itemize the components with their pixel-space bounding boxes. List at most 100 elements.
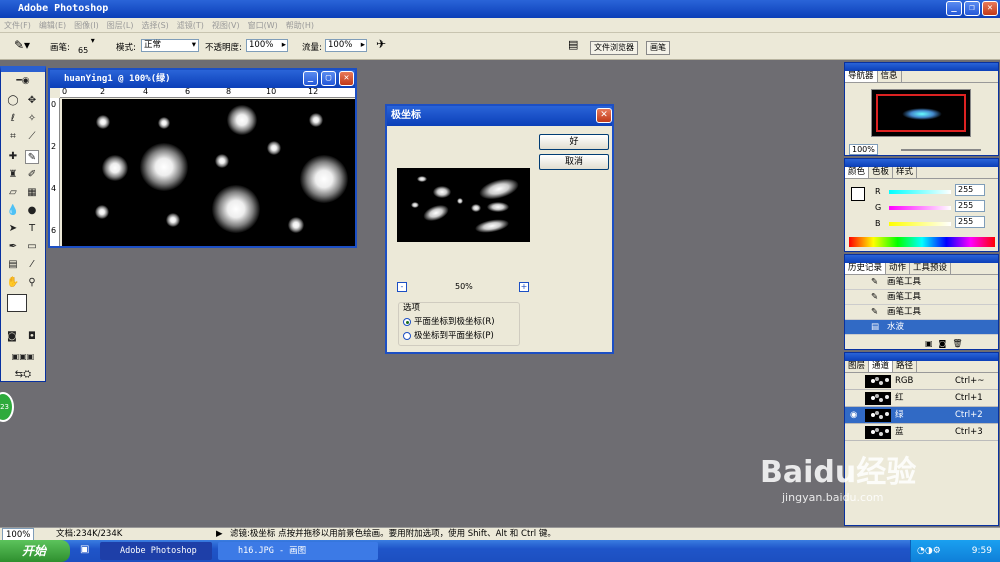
brush-tool-icon[interactable]: ✎▾: [14, 38, 30, 52]
tab-history[interactable]: 历史记录: [845, 263, 887, 274]
jump-to-imageready-icon[interactable]: ⇆⛭: [5, 368, 41, 382]
color-fg-swatch[interactable]: [851, 187, 865, 201]
quickmask-mode-icon[interactable]: ◘: [25, 330, 39, 344]
navigator-thumbnail[interactable]: [871, 89, 971, 137]
mode-select[interactable]: 正常 ▾: [141, 39, 199, 52]
foreground-color-swatch[interactable]: [7, 294, 27, 312]
doc-minimize-button[interactable]: _: [303, 71, 318, 86]
hand-tool-icon[interactable]: ✋: [6, 276, 20, 290]
eraser-tool-icon[interactable]: ▱: [6, 186, 20, 200]
brush-preset-picker[interactable]: 65 ▾: [78, 36, 95, 55]
channel-row-blue[interactable]: 蓝 Ctrl+3: [845, 424, 998, 441]
doc-maximize-button[interactable]: ▢: [321, 71, 336, 86]
menu-help[interactable]: 帮助(H): [282, 18, 318, 33]
notes-tool-icon[interactable]: ▤: [6, 258, 20, 272]
blur-tool-icon[interactable]: 💧: [6, 204, 20, 218]
flow-field[interactable]: 100% ▸: [325, 39, 367, 52]
navigator-zoom-field[interactable]: 100%: [849, 144, 878, 155]
start-button[interactable]: 开始: [0, 540, 70, 562]
type-tool-icon[interactable]: T: [25, 222, 39, 236]
b-field[interactable]: 255: [955, 216, 985, 228]
brush-tool-icon[interactable]: ✎: [25, 150, 39, 164]
screen-mode-icons[interactable]: ▣▣▣: [3, 350, 43, 364]
slice-tool-icon[interactable]: ⟋: [25, 130, 39, 144]
menu-file[interactable]: 文件(F): [0, 18, 35, 33]
tab-channels[interactable]: 通道: [869, 361, 894, 372]
zoom-out-button[interactable]: -: [397, 282, 407, 292]
eye-icon[interactable]: ◉: [850, 407, 857, 423]
path-select-icon[interactable]: ➤: [6, 222, 20, 236]
task-photoshop[interactable]: Adobe Photoshop: [100, 542, 212, 560]
history-brush-icon[interactable]: ✐: [25, 168, 39, 182]
eyedropper-icon[interactable]: ⁄: [25, 258, 39, 272]
history-item-selected[interactable]: ▤ 水波: [845, 320, 998, 335]
menu-image[interactable]: 图像(I): [70, 18, 103, 33]
history-footer-icons[interactable]: ▣◙🗑: [925, 339, 968, 348]
history-item[interactable]: ✎ 画笔工具: [845, 275, 998, 290]
tab-layers[interactable]: 图层: [845, 361, 870, 372]
tab-actions[interactable]: 动作: [886, 263, 911, 274]
channel-row-green[interactable]: ◉ 绿 Ctrl+2: [845, 407, 998, 424]
r-field[interactable]: 255: [955, 184, 985, 196]
task-paint[interactable]: h16.JPG - 画图: [218, 542, 378, 560]
tab-tool-presets[interactable]: 工具预设: [910, 263, 952, 274]
crop-tool-icon[interactable]: ⌗: [6, 130, 20, 144]
ok-button[interactable]: 好: [539, 134, 609, 150]
doc-close-button[interactable]: ✕: [339, 71, 354, 86]
document-canvas[interactable]: [62, 99, 355, 246]
channel-row-red[interactable]: 红 Ctrl+1: [845, 390, 998, 407]
gradient-tool-icon[interactable]: ▦: [25, 186, 39, 200]
menu-edit[interactable]: 编辑(E): [35, 18, 70, 33]
zoom-in-button[interactable]: +: [519, 282, 529, 292]
g-field[interactable]: 255: [955, 200, 985, 212]
status-arrow-icon[interactable]: ▶: [216, 528, 223, 540]
restore-button[interactable]: ❐: [964, 1, 980, 16]
quicklaunch-icon[interactable]: ▣: [80, 544, 89, 555]
pen-tool-icon[interactable]: ✒: [6, 240, 20, 254]
history-item[interactable]: ✎ 画笔工具: [845, 290, 998, 305]
tab-navigator[interactable]: 导航器: [845, 71, 878, 82]
dock-tab-file-browser[interactable]: 文件浏览器: [590, 41, 638, 55]
opacity-field[interactable]: 100% ▸: [246, 39, 288, 52]
r-slider[interactable]: [889, 190, 951, 194]
minimize-button[interactable]: _: [946, 1, 962, 16]
menu-filter[interactable]: 滤镜(T): [173, 18, 208, 33]
menu-select[interactable]: 选择(S): [137, 18, 172, 33]
healing-tool-icon[interactable]: ✚: [6, 150, 20, 164]
tray-icons[interactable]: ◔◑⚙: [917, 540, 941, 562]
history-item[interactable]: ✎ 画笔工具: [845, 305, 998, 320]
menu-layer[interactable]: 图层(L): [103, 18, 138, 33]
navigator-zoom-slider[interactable]: [901, 149, 981, 151]
magic-wand-icon[interactable]: ✧: [25, 112, 39, 126]
tab-styles[interactable]: 样式: [893, 167, 918, 178]
dialog-close-button[interactable]: ✕: [596, 108, 612, 123]
lasso-tool-icon[interactable]: ℓ: [6, 112, 20, 126]
dock-tab-brushes[interactable]: 画笔: [646, 41, 670, 55]
airbrush-icon[interactable]: ✈: [376, 37, 386, 51]
channel-row-rgb[interactable]: RGB Ctrl+~: [845, 373, 998, 390]
menu-view[interactable]: 视图(V): [208, 18, 244, 33]
dodge-tool-icon[interactable]: ●: [25, 204, 39, 218]
polar-to-rect-option[interactable]: 极坐标到平面坐标(P): [403, 329, 494, 341]
color-spectrum-bar[interactable]: [849, 237, 995, 247]
marquee-tool-icon[interactable]: ◯: [6, 94, 20, 108]
move-tool-icon[interactable]: ✥: [25, 94, 39, 108]
cancel-button[interactable]: 取消: [539, 154, 609, 170]
close-button[interactable]: ✕: [982, 1, 998, 16]
tab-swatches[interactable]: 色板: [869, 167, 894, 178]
rect-to-polar-option[interactable]: 平面坐标到极坐标(R): [403, 315, 495, 327]
stamp-tool-icon[interactable]: ♜: [6, 168, 20, 182]
radio-unselected-icon[interactable]: [403, 331, 411, 340]
tab-info[interactable]: 信息: [878, 71, 902, 82]
menu-window[interactable]: 窗口(W): [244, 18, 282, 33]
palette-well-icon[interactable]: ▤: [568, 38, 578, 51]
standard-mode-icon[interactable]: ◙: [5, 330, 19, 344]
filter-preview[interactable]: [397, 168, 530, 242]
tab-paths[interactable]: 路径: [893, 361, 918, 372]
g-slider[interactable]: [889, 206, 951, 210]
zoom-tool-icon[interactable]: ⚲: [25, 276, 39, 290]
radio-selected-icon[interactable]: [403, 317, 411, 326]
tab-color[interactable]: 颜色: [845, 167, 870, 178]
b-slider[interactable]: [889, 222, 951, 226]
shape-tool-icon[interactable]: ▭: [25, 240, 39, 254]
